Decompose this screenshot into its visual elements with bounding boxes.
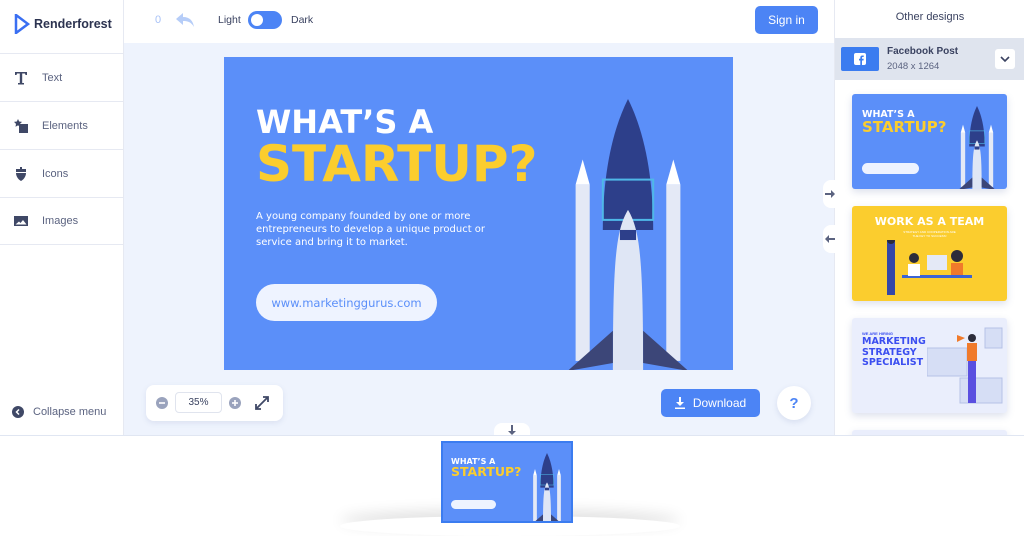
sidebar: Renderforest Text Elements Icons Images … xyxy=(0,0,124,435)
prev-arrow-button[interactable] xyxy=(823,225,837,253)
zoom-controls: 35% xyxy=(146,385,283,421)
thumb-subtitle: STRATEGY AND COOPERATION ARE THE KEY TO … xyxy=(903,230,956,238)
brand-name: Renderforest xyxy=(34,17,112,31)
sidebar-item-icons[interactable]: Icons xyxy=(0,149,124,197)
other-designs-panel: Other designs Facebook Post 2048 x 1264 … xyxy=(823,0,1024,440)
sidebar-item-label: Images xyxy=(42,215,79,227)
sign-in-button[interactable]: Sign in xyxy=(755,6,818,34)
elements-icon xyxy=(14,118,28,133)
rocket-illustration xyxy=(530,453,564,523)
chevron-down-icon xyxy=(1000,56,1010,63)
thumb-line2: STARTUP? xyxy=(862,118,947,136)
hiring-illustration xyxy=(927,327,1003,404)
format-selector[interactable]: Facebook Post 2048 x 1264 xyxy=(835,38,1024,80)
timeline-thumb-startup[interactable]: WHAT’S A STARTUP? xyxy=(441,441,573,523)
zoom-input[interactable]: 35% xyxy=(175,392,222,413)
template-thumb-startup[interactable]: WHAT’S A STARTUP? xyxy=(852,94,1007,189)
sidebar-item-label: Icons xyxy=(42,167,69,180)
play-logo-icon xyxy=(14,14,30,34)
chevron-left-circle-icon xyxy=(12,406,24,418)
image-icon xyxy=(14,216,28,226)
template-thumb-hiring[interactable]: WE ARE HIRING MARKETING STRATEGY SPECIAL… xyxy=(852,318,1007,413)
format-dropdown-button[interactable] xyxy=(995,49,1015,69)
design-url-pill[interactable]: www.marketinggurus.com xyxy=(256,284,437,321)
text-icon xyxy=(15,71,27,84)
thumb-title: WORK AS A TEAM xyxy=(874,215,985,228)
arrow-left-icon xyxy=(825,235,835,243)
format-name: Facebook Post xyxy=(887,46,959,57)
collapse-menu-button[interactable]: Collapse menu xyxy=(12,406,106,418)
zoom-in-icon[interactable] xyxy=(229,397,241,409)
template-thumb-team[interactable]: WORK AS A TEAM STRATEGY AND COOPERATION … xyxy=(852,206,1007,301)
download-button[interactable]: Download xyxy=(661,389,760,417)
fullscreen-icon[interactable] xyxy=(254,395,270,411)
timeline-strip: WHAT’S A STARTUP? xyxy=(0,435,1024,526)
zoom-out-icon[interactable] xyxy=(156,397,168,409)
format-size: 2048 x 1264 xyxy=(887,61,940,72)
sidebar-item-label: Text xyxy=(42,71,63,84)
thumb-line2: STARTUP? xyxy=(451,464,522,479)
download-icon xyxy=(674,397,685,409)
download-label: Download xyxy=(692,396,747,410)
arrow-right-icon xyxy=(825,190,835,198)
sidebar-item-elements[interactable]: Elements xyxy=(0,101,124,149)
sidebar-item-text[interactable]: Text xyxy=(0,53,124,101)
dark-label: Dark xyxy=(291,14,314,26)
light-label: Light xyxy=(218,14,241,26)
topbar: 0 Light Dark Sign in xyxy=(124,0,834,43)
thumb-pill xyxy=(451,500,496,509)
next-arrow-button[interactable] xyxy=(823,180,837,208)
sidebar-item-label: Elements xyxy=(42,119,88,132)
thumb-title: MARKETING STRATEGY SPECIALIST xyxy=(862,336,926,368)
sidebar-item-images[interactable]: Images xyxy=(0,197,124,245)
undo-count: 0 xyxy=(155,14,162,26)
collapse-label: Collapse menu xyxy=(33,406,107,418)
rocket-illustration xyxy=(957,106,997,189)
thumb-pill xyxy=(862,163,919,174)
undo-icon[interactable] xyxy=(175,12,195,28)
design-heading-line2[interactable]: STARTUP? xyxy=(256,135,538,193)
facebook-icon xyxy=(841,47,879,71)
theme-toggle[interactable] xyxy=(248,11,282,29)
design-body-text[interactable]: A young company founded by one or more e… xyxy=(256,210,501,249)
acorn-icon xyxy=(16,166,26,181)
logo[interactable]: Renderforest xyxy=(14,14,112,34)
design-canvas[interactable]: WHAT’S A STARTUP? A young company founde… xyxy=(224,57,733,370)
editor-area: 0 Light Dark Sign in WHAT’S A STARTUP? A… xyxy=(124,0,834,436)
team-illustration xyxy=(887,240,972,295)
help-button[interactable]: ? xyxy=(777,386,811,420)
rocket-illustration[interactable] xyxy=(567,99,689,370)
panel-title: Other designs xyxy=(895,11,965,23)
